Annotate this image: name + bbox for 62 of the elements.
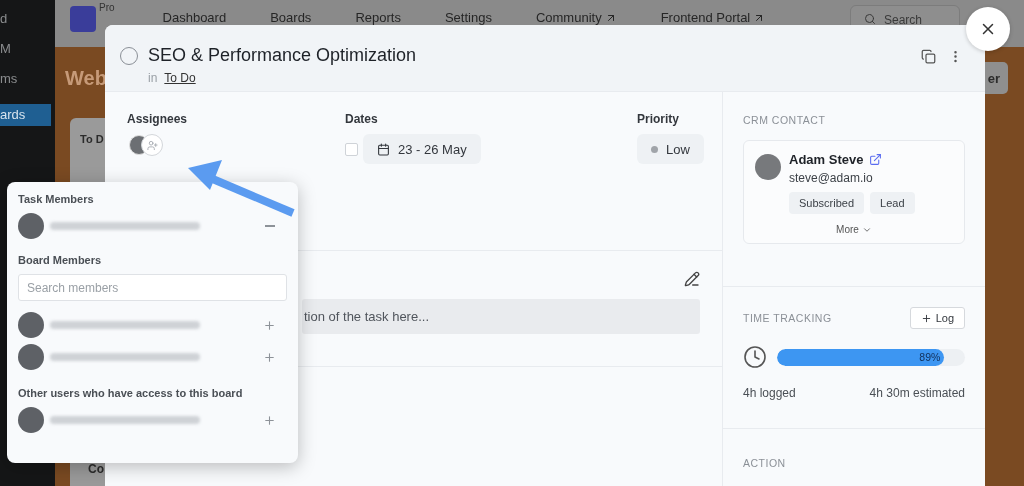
nav-link[interactable]: Dashboard (162, 11, 227, 25)
avatar (18, 213, 44, 239)
log-time-button[interactable]: Log (909, 307, 965, 329)
add-member-button[interactable] (263, 318, 276, 332)
plus-icon (263, 413, 276, 427)
nav-link[interactable]: Reports (355, 11, 401, 25)
column-title: To D (80, 133, 104, 145)
contact-avatar (755, 154, 781, 180)
nav-link[interactable]: Settings (444, 11, 492, 25)
task-title: SEO & Performance Optimization (148, 45, 418, 66)
plus-icon (263, 350, 276, 364)
logged-time: 4h logged (743, 386, 796, 400)
assignees-label: Assignees (127, 112, 189, 126)
date-checkbox[interactable] (345, 142, 358, 156)
sidebar-item[interactable]: ms (0, 68, 55, 90)
contact-email: steve@adam.io (789, 171, 874, 185)
priority-label: Priority (637, 112, 680, 126)
popover-heading: Task Members (18, 193, 95, 205)
board-title: Web (65, 66, 107, 90)
nav-link[interactable]: Community (535, 11, 617, 25)
clock-icon (743, 345, 767, 369)
section-heading: CRM CONTACT (743, 114, 827, 126)
description-field[interactable]: tion of the task here... (302, 299, 700, 334)
list-prefix: in (148, 71, 158, 85)
add-user-icon (146, 139, 158, 151)
priority-button[interactable]: Low (637, 134, 704, 164)
section-heading: ACTION (743, 457, 786, 469)
logo-label: Pro (99, 2, 115, 13)
sidebar-item[interactable]: d (0, 8, 55, 30)
add-member-button[interactable] (263, 413, 276, 427)
nav-link[interactable]: Boards (270, 11, 312, 25)
dates-label: Dates (345, 112, 379, 126)
edit-icon[interactable] (684, 271, 700, 287)
sidebar-item[interactable]: ards (0, 104, 51, 126)
section-heading: TIME TRACKING (743, 312, 832, 324)
external-link-icon[interactable] (869, 153, 883, 166)
list-link[interactable]: To Do (164, 71, 196, 85)
calendar-icon (377, 142, 390, 156)
sidebar-item[interactable]: M (0, 38, 55, 60)
contact-tag: Subscribed (789, 192, 865, 214)
popover-heading: Board Members (18, 254, 103, 266)
copy-icon[interactable] (921, 49, 936, 64)
card-text: Co (87, 462, 104, 476)
contact-name: Adam Steve (789, 152, 864, 167)
avatar (18, 407, 44, 433)
contact-tag: Lead (870, 192, 915, 214)
avatar (18, 312, 44, 338)
date-range-button[interactable]: 23 - 26 May (363, 134, 481, 164)
progress-fill: 89% (777, 348, 945, 366)
nav-link[interactable]: Frontend Portal (660, 11, 766, 25)
minus-icon (265, 225, 275, 227)
popover-heading: Other users who have access to this board (18, 387, 244, 399)
estimated-time: 4h 30m estimated (869, 386, 965, 400)
add-member-button[interactable] (263, 350, 276, 364)
logo-icon (70, 6, 96, 32)
add-assignee-button[interactable] (141, 134, 163, 156)
plus-icon (920, 312, 932, 324)
search-icon (864, 13, 876, 25)
search-members-field[interactable]: Search members (18, 274, 287, 301)
avatar (18, 344, 44, 370)
plus-icon (263, 318, 276, 332)
more-button[interactable]: More (834, 222, 874, 237)
